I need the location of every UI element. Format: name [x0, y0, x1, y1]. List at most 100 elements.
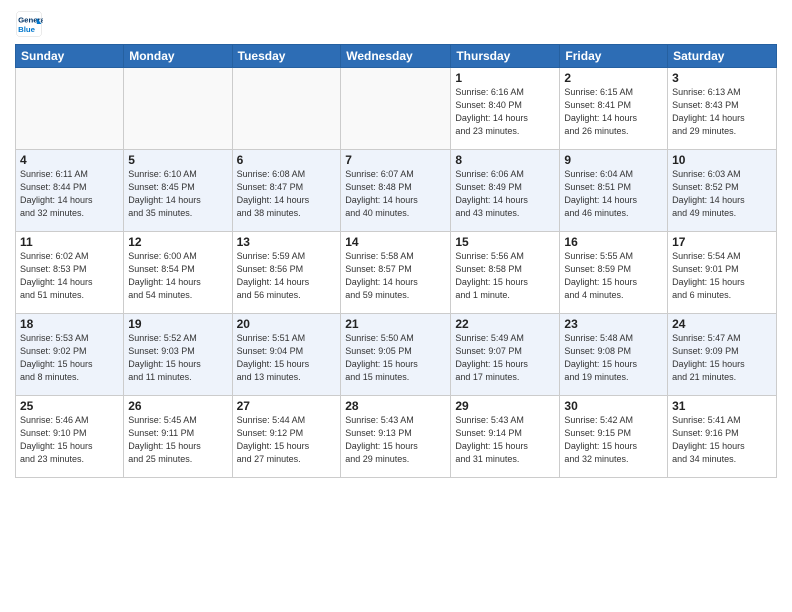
calendar-cell: 6Sunrise: 6:08 AM Sunset: 8:47 PM Daylig…	[232, 150, 341, 232]
calendar-cell: 16Sunrise: 5:55 AM Sunset: 8:59 PM Dayli…	[560, 232, 668, 314]
svg-text:Blue: Blue	[18, 25, 36, 34]
day-info: Sunrise: 5:47 AM Sunset: 9:09 PM Dayligh…	[672, 332, 772, 384]
day-number: 6	[237, 153, 337, 167]
day-number: 16	[564, 235, 663, 249]
day-info: Sunrise: 5:48 AM Sunset: 9:08 PM Dayligh…	[564, 332, 663, 384]
day-info: Sunrise: 5:54 AM Sunset: 9:01 PM Dayligh…	[672, 250, 772, 302]
day-number: 18	[20, 317, 119, 331]
day-number: 14	[345, 235, 446, 249]
day-number: 25	[20, 399, 119, 413]
calendar-cell: 11Sunrise: 6:02 AM Sunset: 8:53 PM Dayli…	[16, 232, 124, 314]
calendar-cell: 20Sunrise: 5:51 AM Sunset: 9:04 PM Dayli…	[232, 314, 341, 396]
calendar-cell: 26Sunrise: 5:45 AM Sunset: 9:11 PM Dayli…	[124, 396, 232, 478]
weekday-header-sunday: Sunday	[16, 45, 124, 68]
calendar-cell: 28Sunrise: 5:43 AM Sunset: 9:13 PM Dayli…	[341, 396, 451, 478]
day-number: 8	[455, 153, 555, 167]
day-info: Sunrise: 5:50 AM Sunset: 9:05 PM Dayligh…	[345, 332, 446, 384]
day-info: Sunrise: 5:49 AM Sunset: 9:07 PM Dayligh…	[455, 332, 555, 384]
calendar-cell: 27Sunrise: 5:44 AM Sunset: 9:12 PM Dayli…	[232, 396, 341, 478]
week-row-3: 11Sunrise: 6:02 AM Sunset: 8:53 PM Dayli…	[16, 232, 777, 314]
calendar-cell: 9Sunrise: 6:04 AM Sunset: 8:51 PM Daylig…	[560, 150, 668, 232]
day-info: Sunrise: 6:03 AM Sunset: 8:52 PM Dayligh…	[672, 168, 772, 220]
calendar-cell: 30Sunrise: 5:42 AM Sunset: 9:15 PM Dayli…	[560, 396, 668, 478]
calendar-cell	[232, 68, 341, 150]
calendar-cell: 1Sunrise: 6:16 AM Sunset: 8:40 PM Daylig…	[451, 68, 560, 150]
day-number: 30	[564, 399, 663, 413]
day-info: Sunrise: 6:13 AM Sunset: 8:43 PM Dayligh…	[672, 86, 772, 138]
calendar-cell: 12Sunrise: 6:00 AM Sunset: 8:54 PM Dayli…	[124, 232, 232, 314]
day-info: Sunrise: 5:58 AM Sunset: 8:57 PM Dayligh…	[345, 250, 446, 302]
day-number: 23	[564, 317, 663, 331]
day-info: Sunrise: 5:41 AM Sunset: 9:16 PM Dayligh…	[672, 414, 772, 466]
week-row-2: 4Sunrise: 6:11 AM Sunset: 8:44 PM Daylig…	[16, 150, 777, 232]
day-number: 20	[237, 317, 337, 331]
day-number: 28	[345, 399, 446, 413]
day-info: Sunrise: 6:00 AM Sunset: 8:54 PM Dayligh…	[128, 250, 227, 302]
day-number: 12	[128, 235, 227, 249]
day-info: Sunrise: 5:59 AM Sunset: 8:56 PM Dayligh…	[237, 250, 337, 302]
day-info: Sunrise: 5:55 AM Sunset: 8:59 PM Dayligh…	[564, 250, 663, 302]
weekday-header-monday: Monday	[124, 45, 232, 68]
calendar-cell	[341, 68, 451, 150]
day-info: Sunrise: 5:42 AM Sunset: 9:15 PM Dayligh…	[564, 414, 663, 466]
calendar-cell: 31Sunrise: 5:41 AM Sunset: 9:16 PM Dayli…	[668, 396, 777, 478]
calendar-cell: 17Sunrise: 5:54 AM Sunset: 9:01 PM Dayli…	[668, 232, 777, 314]
day-info: Sunrise: 5:43 AM Sunset: 9:13 PM Dayligh…	[345, 414, 446, 466]
day-number: 15	[455, 235, 555, 249]
week-row-4: 18Sunrise: 5:53 AM Sunset: 9:02 PM Dayli…	[16, 314, 777, 396]
weekday-header-row: SundayMondayTuesdayWednesdayThursdayFrid…	[16, 45, 777, 68]
calendar-table: SundayMondayTuesdayWednesdayThursdayFrid…	[15, 44, 777, 478]
day-info: Sunrise: 6:06 AM Sunset: 8:49 PM Dayligh…	[455, 168, 555, 220]
calendar-cell: 5Sunrise: 6:10 AM Sunset: 8:45 PM Daylig…	[124, 150, 232, 232]
day-info: Sunrise: 6:10 AM Sunset: 8:45 PM Dayligh…	[128, 168, 227, 220]
calendar-cell: 21Sunrise: 5:50 AM Sunset: 9:05 PM Dayli…	[341, 314, 451, 396]
day-info: Sunrise: 5:43 AM Sunset: 9:14 PM Dayligh…	[455, 414, 555, 466]
calendar-cell: 24Sunrise: 5:47 AM Sunset: 9:09 PM Dayli…	[668, 314, 777, 396]
calendar-cell: 13Sunrise: 5:59 AM Sunset: 8:56 PM Dayli…	[232, 232, 341, 314]
day-number: 5	[128, 153, 227, 167]
day-number: 9	[564, 153, 663, 167]
day-number: 22	[455, 317, 555, 331]
header: General Blue	[15, 10, 777, 38]
day-number: 29	[455, 399, 555, 413]
calendar-cell: 25Sunrise: 5:46 AM Sunset: 9:10 PM Dayli…	[16, 396, 124, 478]
day-number: 21	[345, 317, 446, 331]
day-number: 1	[455, 71, 555, 85]
day-number: 31	[672, 399, 772, 413]
day-number: 4	[20, 153, 119, 167]
day-info: Sunrise: 6:08 AM Sunset: 8:47 PM Dayligh…	[237, 168, 337, 220]
day-info: Sunrise: 6:02 AM Sunset: 8:53 PM Dayligh…	[20, 250, 119, 302]
day-info: Sunrise: 5:53 AM Sunset: 9:02 PM Dayligh…	[20, 332, 119, 384]
calendar-cell: 18Sunrise: 5:53 AM Sunset: 9:02 PM Dayli…	[16, 314, 124, 396]
day-info: Sunrise: 5:52 AM Sunset: 9:03 PM Dayligh…	[128, 332, 227, 384]
day-number: 7	[345, 153, 446, 167]
calendar-cell: 8Sunrise: 6:06 AM Sunset: 8:49 PM Daylig…	[451, 150, 560, 232]
day-info: Sunrise: 5:46 AM Sunset: 9:10 PM Dayligh…	[20, 414, 119, 466]
day-number: 13	[237, 235, 337, 249]
day-number: 2	[564, 71, 663, 85]
calendar-cell: 3Sunrise: 6:13 AM Sunset: 8:43 PM Daylig…	[668, 68, 777, 150]
page: General Blue SundayMondayTuesdayWednesda…	[0, 0, 792, 612]
calendar-cell: 22Sunrise: 5:49 AM Sunset: 9:07 PM Dayli…	[451, 314, 560, 396]
day-number: 24	[672, 317, 772, 331]
calendar-cell: 15Sunrise: 5:56 AM Sunset: 8:58 PM Dayli…	[451, 232, 560, 314]
logo-icon: General Blue	[15, 10, 43, 38]
day-info: Sunrise: 5:56 AM Sunset: 8:58 PM Dayligh…	[455, 250, 555, 302]
day-number: 3	[672, 71, 772, 85]
week-row-1: 1Sunrise: 6:16 AM Sunset: 8:40 PM Daylig…	[16, 68, 777, 150]
weekday-header-saturday: Saturday	[668, 45, 777, 68]
day-number: 19	[128, 317, 227, 331]
day-info: Sunrise: 5:44 AM Sunset: 9:12 PM Dayligh…	[237, 414, 337, 466]
day-number: 17	[672, 235, 772, 249]
week-row-5: 25Sunrise: 5:46 AM Sunset: 9:10 PM Dayli…	[16, 396, 777, 478]
day-number: 11	[20, 235, 119, 249]
day-number: 26	[128, 399, 227, 413]
day-info: Sunrise: 6:04 AM Sunset: 8:51 PM Dayligh…	[564, 168, 663, 220]
weekday-header-friday: Friday	[560, 45, 668, 68]
logo: General Blue	[15, 10, 47, 38]
day-number: 27	[237, 399, 337, 413]
calendar-cell: 14Sunrise: 5:58 AM Sunset: 8:57 PM Dayli…	[341, 232, 451, 314]
calendar-cell: 7Sunrise: 6:07 AM Sunset: 8:48 PM Daylig…	[341, 150, 451, 232]
day-info: Sunrise: 5:51 AM Sunset: 9:04 PM Dayligh…	[237, 332, 337, 384]
calendar-cell: 4Sunrise: 6:11 AM Sunset: 8:44 PM Daylig…	[16, 150, 124, 232]
